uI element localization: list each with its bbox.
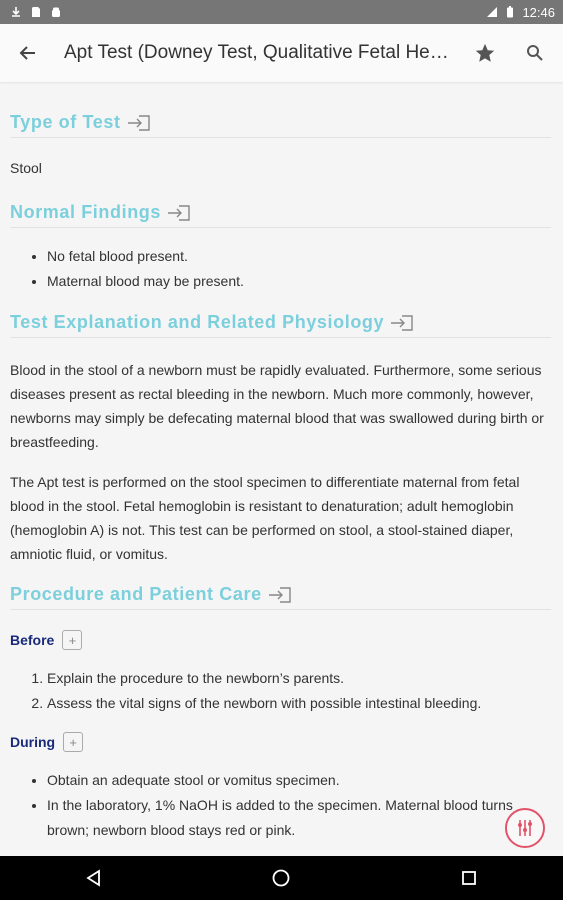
clock: 12:46: [522, 4, 555, 20]
nav-recents-icon: [462, 871, 477, 885]
content-area[interactable]: Type of Test Stool Normal Findings No fe…: [0, 82, 563, 856]
explanation-paragraph: Blood in the stool of a newborn must be …: [10, 362, 544, 450]
nav-back-icon: [86, 869, 100, 887]
expand-icon[interactable]: +: [63, 732, 84, 752]
page-title: Apt Test (Downey Test, Qualitative Fetal…: [64, 42, 463, 63]
sd-card-icon: [32, 7, 40, 17]
jump-link-icon[interactable]: [127, 114, 151, 132]
list-item: No fetal blood present.: [47, 244, 551, 269]
type-of-test-value: Stool: [10, 160, 42, 176]
heading-text: Procedure and Patient Care: [10, 584, 262, 604]
nav-home-button[interactable]: [241, 856, 321, 900]
nav-home-icon: [273, 869, 290, 887]
heading-text: Normal Findings: [10, 202, 162, 222]
back-button[interactable]: [0, 24, 56, 82]
section-heading-type-of-test: Type of Test: [10, 112, 551, 138]
heading-text: Type of Test: [10, 112, 121, 132]
app-toolbar: Apt Test (Downey Test, Qualitative Fetal…: [0, 24, 563, 82]
download-icon: [12, 7, 20, 17]
nav-back-button[interactable]: [54, 856, 134, 900]
list-item: Assess the vital signs of the newborn wi…: [47, 691, 551, 716]
list-item: In the laboratory, 1% NaOH is added to t…: [47, 793, 551, 843]
during-list: Obtain an adequate stool or vomitus spec…: [10, 768, 551, 843]
jump-link-icon[interactable]: [167, 204, 191, 222]
section-heading-procedure: Procedure and Patient Care: [10, 584, 551, 610]
android-icon: [52, 7, 60, 17]
status-bar: 12:46: [0, 0, 563, 24]
search-button[interactable]: [507, 24, 563, 82]
tools-button[interactable]: [505, 808, 545, 848]
system-nav-bar: [0, 856, 563, 900]
normal-findings-list: No fetal blood present. Maternal blood m…: [10, 244, 551, 294]
explanation-paragraph: The Apt test is performed on the stool s…: [10, 474, 520, 562]
jump-link-icon[interactable]: [390, 314, 414, 332]
arrow-back-icon: [19, 46, 35, 60]
section-heading-explanation: Test Explanation and Related Physiology: [10, 312, 551, 338]
jump-link-icon[interactable]: [268, 586, 292, 604]
before-list: Explain the procedure to the newborn’s p…: [10, 666, 551, 716]
search-icon: [527, 45, 543, 61]
nav-recents-button[interactable]: [429, 856, 509, 900]
tools-icon: [518, 820, 532, 836]
subheading-text: During: [10, 734, 56, 750]
signal-icon: [487, 7, 498, 17]
list-item: Obtain an adequate stool or vomitus spec…: [47, 768, 551, 793]
section-heading-normal-findings: Normal Findings: [10, 202, 551, 228]
expand-icon[interactable]: +: [62, 630, 83, 650]
subheading-text: Before: [10, 632, 55, 648]
favorite-button[interactable]: [463, 24, 507, 82]
subheading-before: Before +: [10, 630, 551, 650]
list-item: Maternal blood may be present.: [47, 269, 551, 294]
star-icon: [475, 43, 495, 62]
heading-text: Test Explanation and Related Physiology: [10, 312, 385, 332]
battery-icon: [507, 6, 514, 18]
list-item: Explain the procedure to the newborn’s p…: [47, 666, 551, 691]
subheading-during: During +: [10, 732, 551, 752]
